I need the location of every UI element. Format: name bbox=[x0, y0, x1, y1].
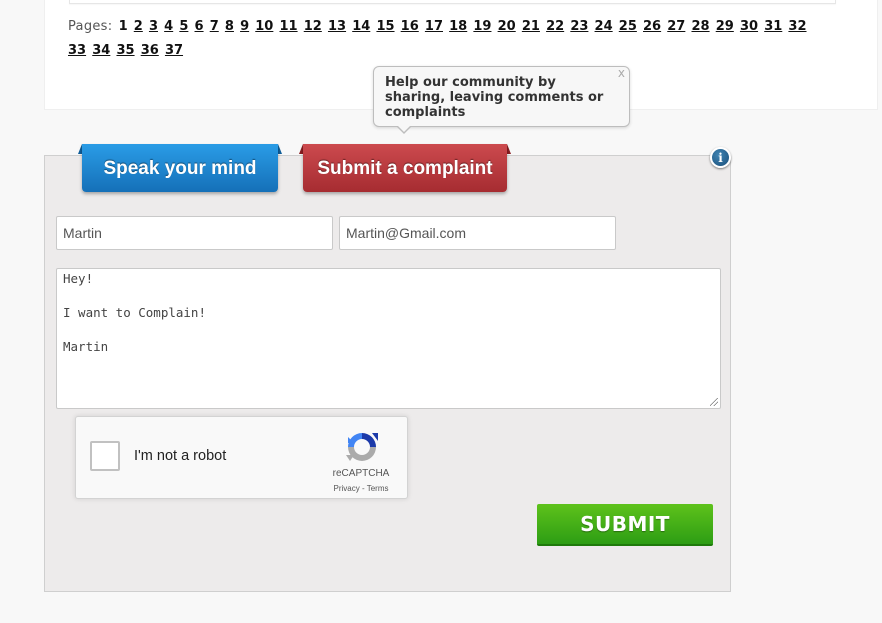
page-link-4[interactable]: 4 bbox=[164, 19, 173, 34]
page-link-13[interactable]: 13 bbox=[328, 19, 346, 34]
message-text: Hey! I want to Complain! Martin bbox=[63, 271, 206, 354]
recaptcha-privacy-link[interactable]: Privacy bbox=[334, 484, 360, 493]
page-link-33[interactable]: 33 bbox=[68, 43, 86, 58]
page-link-32[interactable]: 32 bbox=[788, 19, 806, 34]
page-link-9[interactable]: 9 bbox=[240, 19, 249, 34]
info-icon[interactable]: i bbox=[710, 147, 731, 168]
page-link-25[interactable]: 25 bbox=[619, 19, 637, 34]
message-textarea[interactable]: Hey! I want to Complain! Martin bbox=[56, 268, 721, 409]
page-link-23[interactable]: 23 bbox=[570, 19, 588, 34]
email-field[interactable]: Martin@Gmail.com bbox=[339, 216, 616, 250]
page-link-16[interactable]: 16 bbox=[401, 19, 419, 34]
tooltip-arrow bbox=[396, 125, 412, 134]
pagination: Pages: 1 2 3 4 5 6 7 8 9 10 11 12 13 14 … bbox=[68, 15, 828, 63]
page-link-37[interactable]: 37 bbox=[165, 43, 183, 58]
page-link-15[interactable]: 15 bbox=[376, 19, 394, 34]
page-link-12[interactable]: 12 bbox=[304, 19, 322, 34]
page-link-35[interactable]: 35 bbox=[116, 43, 134, 58]
page-link-21[interactable]: 21 bbox=[522, 19, 540, 34]
page-link-10[interactable]: 10 bbox=[255, 19, 273, 34]
comment-box-bottom bbox=[69, 0, 836, 4]
page-link-8[interactable]: 8 bbox=[225, 19, 234, 34]
page-link-24[interactable]: 24 bbox=[595, 19, 613, 34]
page-link-29[interactable]: 29 bbox=[716, 19, 734, 34]
tab-speak-your-mind[interactable]: Speak your mind bbox=[78, 144, 282, 192]
page-link-26[interactable]: 26 bbox=[643, 19, 661, 34]
recaptcha-separator: - bbox=[359, 484, 367, 493]
page-link-17[interactable]: 17 bbox=[425, 19, 443, 34]
tab-label: Submit a complaint bbox=[303, 144, 507, 192]
page-link-11[interactable]: 11 bbox=[280, 19, 298, 34]
page-link-27[interactable]: 27 bbox=[667, 19, 685, 34]
tab-label: Speak your mind bbox=[82, 144, 278, 192]
page-link-20[interactable]: 20 bbox=[498, 19, 516, 34]
page-link-18[interactable]: 18 bbox=[449, 19, 467, 34]
name-field[interactable]: Martin bbox=[56, 216, 333, 250]
recaptcha-label: I'm not a robot bbox=[134, 448, 227, 464]
submit-button[interactable]: SUBMIT bbox=[537, 504, 713, 546]
page-link-30[interactable]: 30 bbox=[740, 19, 758, 34]
pagination-label: Pages: bbox=[68, 19, 113, 34]
page-link-31[interactable]: 31 bbox=[764, 19, 782, 34]
recaptcha-logo-icon bbox=[346, 433, 378, 461]
recaptcha-brand: reCAPTCHA bbox=[332, 468, 390, 479]
tooltip-text: Help our community by sharing, leaving c… bbox=[385, 75, 604, 120]
close-icon[interactable]: x bbox=[618, 66, 625, 80]
resize-handle[interactable] bbox=[710, 398, 718, 406]
page-link-2[interactable]: 2 bbox=[134, 19, 143, 34]
tab-submit-a-complaint[interactable]: Submit a complaint bbox=[299, 144, 511, 192]
page-link-6[interactable]: 6 bbox=[195, 19, 204, 34]
page-link-14[interactable]: 14 bbox=[352, 19, 370, 34]
page-link-22[interactable]: 22 bbox=[546, 19, 564, 34]
page-link-5[interactable]: 5 bbox=[179, 19, 188, 34]
recaptcha-widget: I'm not a robot reCAPTCHA Privacy - Term… bbox=[75, 416, 408, 499]
page-link-3[interactable]: 3 bbox=[149, 19, 158, 34]
page-link-28[interactable]: 28 bbox=[691, 19, 709, 34]
page-link-36[interactable]: 36 bbox=[141, 43, 159, 58]
recaptcha-terms-link[interactable]: Terms bbox=[367, 484, 389, 493]
page-link-34[interactable]: 34 bbox=[92, 43, 110, 58]
page-link-7[interactable]: 7 bbox=[210, 19, 219, 34]
page-link-1[interactable]: 1 bbox=[119, 19, 128, 34]
recaptcha-links: Privacy - Terms bbox=[316, 484, 406, 493]
page-link-19[interactable]: 19 bbox=[473, 19, 491, 34]
help-tooltip: Help our community by sharing, leaving c… bbox=[373, 66, 630, 134]
recaptcha-checkbox[interactable] bbox=[90, 441, 120, 471]
